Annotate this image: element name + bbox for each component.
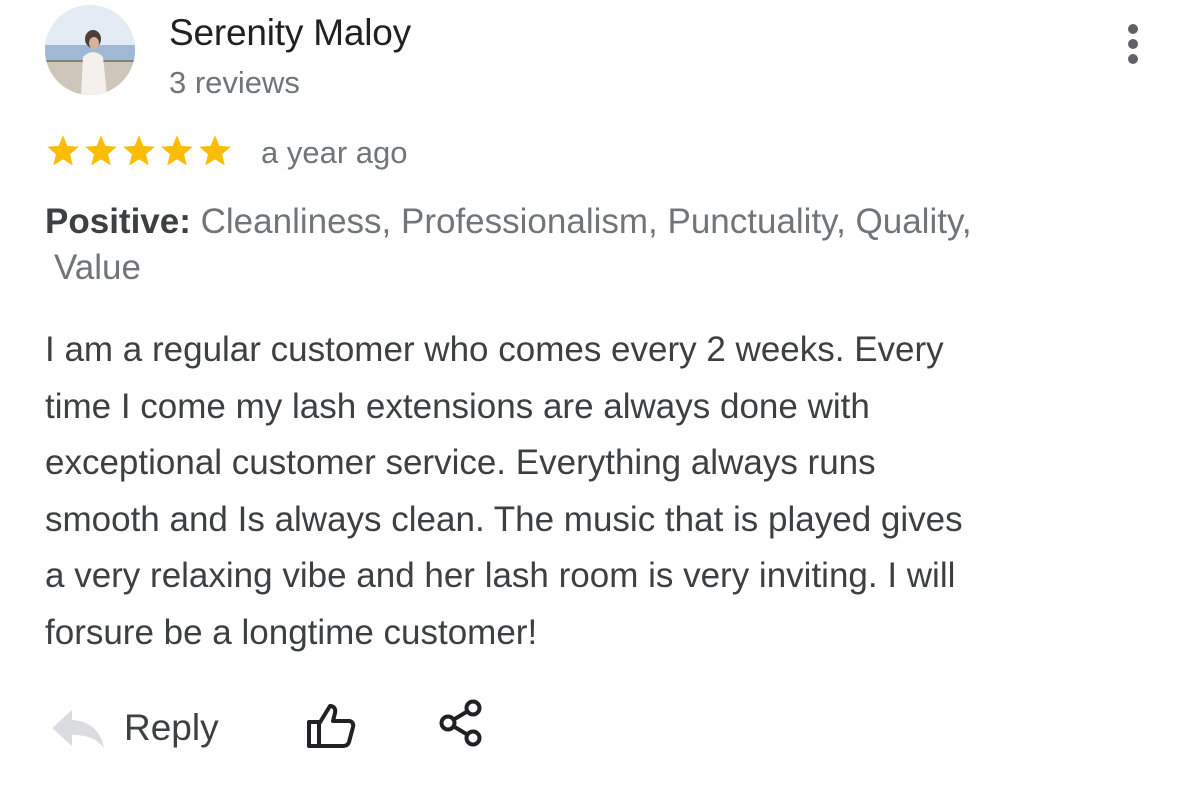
attributes-values-continued: Value — [54, 248, 141, 287]
star-icon — [161, 135, 193, 166]
star-rating — [45, 133, 233, 169]
thumbs-up-icon — [307, 704, 356, 748]
review-actions: Reply — [0, 690, 1200, 770]
review-card: Serenity Maloy 3 reviews a year ago Posi… — [0, 0, 1200, 807]
star-icon — [47, 135, 79, 166]
more-vert-icon — [1128, 39, 1138, 49]
reply-button[interactable]: Reply — [50, 698, 219, 758]
review-text-line: smooth and Is always clean. The music th… — [45, 499, 963, 539]
reply-label: Reply — [124, 707, 219, 748]
reviewer-review-count[interactable]: 3 reviews — [169, 65, 300, 101]
more-vert-icon — [1128, 24, 1138, 34]
avatar-photo-icon — [45, 5, 135, 95]
more-vert-icon — [1128, 54, 1138, 64]
reviewer-avatar[interactable] — [45, 5, 135, 95]
star-icon — [123, 135, 155, 166]
review-text-line: a very relaxing vibe and her lash room i… — [45, 556, 956, 595]
review-text-line: exceptional customer service. Everything… — [45, 443, 876, 482]
attributes-values: Cleanliness, Professionalism, Punctualit… — [190, 202, 972, 241]
reviewer-name[interactable]: Serenity Maloy — [169, 12, 411, 54]
attributes-label: Positive: — [45, 202, 191, 241]
review-text: I am a regular customer who comes every … — [45, 322, 1155, 661]
review-attributes: Positive: Cleanliness, Professionalism, … — [45, 199, 1145, 291]
review-text-line: I am a regular customer who comes every … — [45, 330, 944, 369]
reply-arrow-icon — [52, 710, 104, 748]
star-icon — [199, 135, 231, 166]
like-button[interactable] — [305, 702, 357, 750]
more-options-button[interactable] — [1116, 22, 1150, 66]
review-time: a year ago — [261, 135, 408, 170]
review-text-line: forsure be a longtime customer! — [45, 612, 538, 652]
review-text-line: time I come my lash extensions are alway… — [45, 386, 870, 426]
share-button[interactable] — [438, 698, 484, 748]
star-icon — [85, 135, 117, 166]
share-icon — [439, 699, 482, 747]
